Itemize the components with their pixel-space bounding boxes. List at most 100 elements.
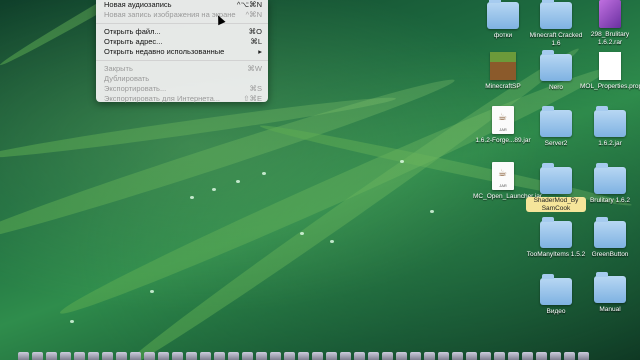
jar-file-icon: ☕ JAR (492, 106, 514, 134)
dock-app-icon[interactable] (256, 352, 267, 360)
desktop-icon-brulitary[interactable]: Brulitary 1.6.2 (580, 163, 640, 205)
file-menu: Новая аудиозапись ^⌥⌘N Новая запись изобр… (96, 0, 268, 103)
dock-app-icon[interactable] (130, 352, 141, 360)
icon-label: Nero (548, 84, 564, 91)
dock-app-icon[interactable] (186, 352, 197, 360)
dock-app-icon[interactable] (326, 352, 337, 360)
icon-label: Minecraft Cracked 1.6 (529, 32, 583, 47)
dock-app-icon[interactable] (46, 352, 57, 360)
icon-label: GreenButton (591, 251, 629, 258)
dock-app-icon[interactable] (102, 352, 113, 360)
folder-icon (594, 217, 626, 248)
icon-label: 1.6.2-Forge...89.jar (475, 137, 531, 144)
menu-item-close: Закрыть ⌘W (104, 64, 262, 73)
dock-app-icon[interactable] (438, 352, 449, 360)
folder-icon (540, 274, 572, 305)
menu-item-open-recent[interactable]: Открыть недавно использованные ▸ (96, 47, 268, 57)
dock-app-icon[interactable] (242, 352, 253, 360)
dock-app-icon[interactable] (214, 352, 225, 360)
folder-icon (540, 0, 572, 29)
menu-item-new-screen-recording: Новая запись изображения на экране ^⌘N (104, 10, 262, 19)
folder-icon (540, 50, 572, 81)
icon-label-selected: ShaderMod_By SamCook (526, 197, 586, 212)
dock-app-icon[interactable] (200, 352, 211, 360)
dock-app-icon[interactable] (298, 352, 309, 360)
dock-app-icon[interactable] (508, 352, 519, 360)
dock-app-icon[interactable] (270, 352, 281, 360)
dock-app-icon[interactable] (522, 352, 533, 360)
dock-app-icon[interactable] (564, 352, 575, 360)
dock-app-icon[interactable] (172, 352, 183, 360)
desktop-icon-minecraftsp[interactable]: MinecraftSP (473, 52, 533, 91)
menu-item-export-web: Экспортировать для Интернета... ⇧⌘E (104, 94, 262, 103)
dock-app-icon[interactable] (18, 352, 29, 360)
dock-app-icon[interactable] (480, 352, 491, 360)
rar-file-icon (599, 0, 621, 28)
folder-icon (594, 163, 626, 194)
desktop-icon-server2[interactable]: Server2 (526, 106, 586, 148)
icon-label: Manual (599, 306, 621, 313)
icon-label: MC_Open_Launcher.jar (473, 193, 543, 200)
dock-app-icon[interactable] (284, 352, 295, 360)
icon-label: MOL_Properties.properties (580, 83, 640, 90)
desktop-icon-forge-jar[interactable]: ☕ JAR 1.6.2-Forge...89.jar (473, 106, 533, 145)
minecraft-icon (490, 52, 516, 80)
icon-label: MinecraftSP (485, 83, 521, 90)
dock-app-icon[interactable] (32, 352, 43, 360)
dock-app-icon[interactable] (228, 352, 239, 360)
desktop-icon-video[interactable]: Видео (526, 274, 586, 316)
dock-app-icon[interactable] (312, 352, 323, 360)
properties-file-icon (599, 52, 621, 80)
icon-label: Видео (546, 308, 566, 315)
icon-label: 298_Brulitary 1.6.2.rar (590, 31, 630, 46)
menu-item-open-file[interactable]: Открыть файл... ⌘O (96, 27, 268, 37)
dock-app-icon[interactable] (382, 352, 393, 360)
jar-file-icon: ☕ JAR (492, 162, 514, 190)
folder-icon (540, 106, 572, 137)
dock-app-icon[interactable] (116, 352, 127, 360)
desktop-icon-minecraft-cracked[interactable]: Minecraft Cracked 1.6 (526, 0, 586, 47)
dock-app-icon[interactable] (396, 352, 407, 360)
dock-app-icon[interactable] (550, 352, 561, 360)
menu-item-export: Экспортировать... ⌘S (104, 84, 262, 93)
menu-item-open-location[interactable]: Открыть адрес... ⌘L (96, 37, 268, 47)
desktop-icon-mc-open-launcher[interactable]: ☕ JAR MC_Open_Launcher.jar (473, 162, 543, 201)
dock-app-icon[interactable] (340, 352, 351, 360)
icon-label: Brulitary 1.6.2 (589, 197, 631, 204)
icon-label: Server2 (544, 140, 568, 147)
folder-icon (540, 163, 572, 194)
folder-icon (594, 106, 626, 137)
desktop-icon-shadermod[interactable]: ShaderMod_By SamCook (526, 163, 586, 215)
desktop-icon-toomanyitems[interactable]: TooManyItems 1.5.2 (526, 217, 586, 259)
dock-app-icon[interactable] (74, 352, 85, 360)
desktop-icon-mol-properties[interactable]: MOL_Properties.properties (580, 52, 640, 91)
dock-app-icon[interactable] (368, 352, 379, 360)
menu-item-duplicate: Дублировать (104, 74, 150, 83)
desktop-icon-manual[interactable]: Manual (580, 272, 640, 314)
dock-app-icon[interactable] (424, 352, 435, 360)
icon-label: фотки (493, 32, 513, 39)
folder-icon (540, 217, 572, 248)
dock-app-icon[interactable] (88, 352, 99, 360)
folder-icon (487, 0, 519, 29)
desktop-icon-fotki[interactable]: фотки (473, 0, 533, 40)
menu-separator (96, 60, 268, 61)
desktop-icon-brulitary-rar[interactable]: 298_Brulitary 1.6.2.rar (580, 0, 640, 46)
desktop-icon-162-jar[interactable]: 1.6.2.jar (580, 106, 640, 148)
dock-app-icon[interactable] (466, 352, 477, 360)
desktop-icon-greenbutton[interactable]: GreenButton (580, 217, 640, 259)
dock-app-icon[interactable] (60, 352, 71, 360)
folder-icon (594, 272, 626, 303)
dock-app-icon[interactable] (536, 352, 547, 360)
icon-label: 1.6.2.jar (598, 140, 622, 147)
dock-app-icon[interactable] (494, 352, 505, 360)
dock-app-icon[interactable] (158, 352, 169, 360)
dock-app-icon[interactable] (144, 352, 155, 360)
dock-app-icon[interactable] (354, 352, 365, 360)
dock-app-icon[interactable] (578, 352, 589, 360)
menu-item-new-audio-recording[interactable]: Новая аудиозапись ^⌥⌘N (96, 0, 268, 10)
dock-app-icon[interactable] (410, 352, 421, 360)
dock-app-icon[interactable] (452, 352, 463, 360)
icon-label: TooManyItems 1.5.2 (526, 251, 586, 258)
desktop-icon-nero[interactable]: Nero (526, 50, 586, 92)
